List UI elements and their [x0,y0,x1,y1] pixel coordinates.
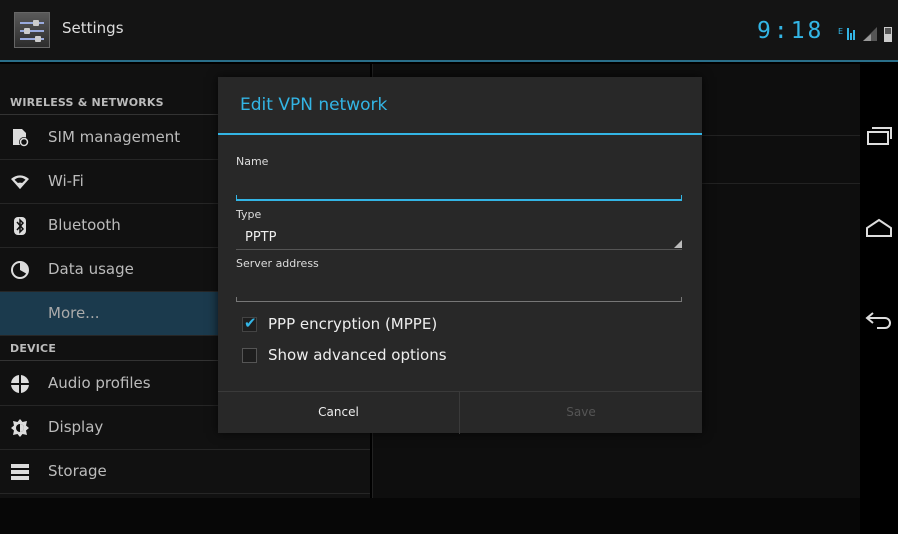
sidebar-item-label: Data usage [48,260,134,278]
server-address-field[interactable] [236,286,682,305]
dialog-button-bar: Cancel Save [218,391,702,434]
show-advanced-option[interactable]: Show advanced options [242,344,542,368]
storage-icon [10,462,30,482]
status-clock: 9:18 [757,18,825,44]
cancel-button[interactable]: Cancel [218,392,460,434]
sidebar-item-label: Bluetooth [48,216,121,234]
app-title[interactable]: Settings [62,19,124,37]
status-icons: E [838,25,893,43]
server-address-label: Server address [236,257,319,270]
system-navigation-bar [860,86,898,534]
show-advanced-checkbox[interactable] [242,348,257,363]
type-value: PPTP [245,230,277,245]
sim-card-icon [10,128,30,148]
sidebar-item-storage[interactable]: Storage [0,450,370,494]
settings-sliders-icon[interactable] [14,12,50,48]
data-usage-icon [10,260,30,280]
ppp-encryption-checkbox[interactable]: ✔ [242,314,257,332]
bottom-strip [0,498,860,534]
bluetooth-icon [10,216,30,236]
name-label: Name [236,155,269,168]
cell-signal-icon [863,25,879,47]
sidebar-item-label: Storage [48,462,107,480]
save-button[interactable]: Save [460,392,702,434]
sidebar-item-label: SIM management [48,128,181,146]
checkmark-icon: ✔ [244,314,257,332]
back-icon[interactable] [860,300,898,340]
server-address-input[interactable] [236,289,682,305]
display-icon [10,418,30,438]
dropdown-triangle-icon [674,240,682,248]
data-signal-icon: E [838,25,858,47]
sidebar-item-label: Audio profiles [48,374,151,392]
dialog-title: Edit VPN network [240,95,388,115]
sidebar-item-label: More... [48,304,100,322]
home-icon[interactable] [860,208,898,248]
show-advanced-label: Show advanced options [268,346,447,364]
name-field[interactable] [236,185,682,203]
audio-profiles-icon [10,374,30,394]
name-input[interactable] [236,189,682,203]
sidebar-item-label: Display [48,418,104,436]
dialog-title-divider [218,133,702,135]
wifi-icon [10,172,30,192]
ppp-encryption-label: PPP encryption (MPPE) [268,315,438,333]
svg-text:E: E [838,27,843,36]
ppp-encryption-option[interactable]: ✔ PPP encryption (MPPE) [242,313,542,337]
recent-apps-icon[interactable] [860,116,898,156]
type-spinner[interactable]: PPTP [236,226,682,250]
edit-vpn-dialog: Edit VPN network Name Type PPTP Server a… [218,77,702,434]
battery-icon [884,25,893,47]
type-label: Type [236,208,262,221]
action-bar: Settings 9:18 E [0,0,898,62]
sidebar-item-label: Wi-Fi [48,172,84,190]
